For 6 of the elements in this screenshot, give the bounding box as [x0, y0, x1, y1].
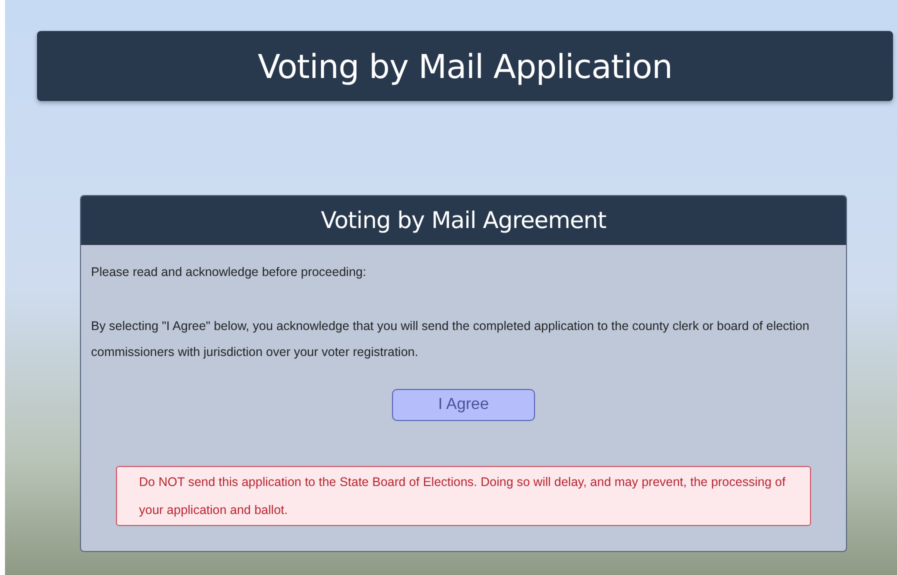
warning-message: Do NOT send this application to the State Board of Elections. Doing so will delay, and may prevent, the processing of your application and ballot.	[116, 466, 811, 526]
intro-text: Please read and acknowledge before proceeding:	[91, 264, 368, 281]
agree-button[interactable]: I Agree	[392, 389, 535, 421]
card-title: Voting by Mail Agreement	[320, 208, 606, 234]
agreement-text: By selecting "I Agree" below, you acknowledge that you will send the completed application to the county clerk or board of election commissioners with jurisdiction over your voter registration.	[91, 318, 810, 361]
page-title: Voting by Mail Application	[258, 46, 672, 86]
